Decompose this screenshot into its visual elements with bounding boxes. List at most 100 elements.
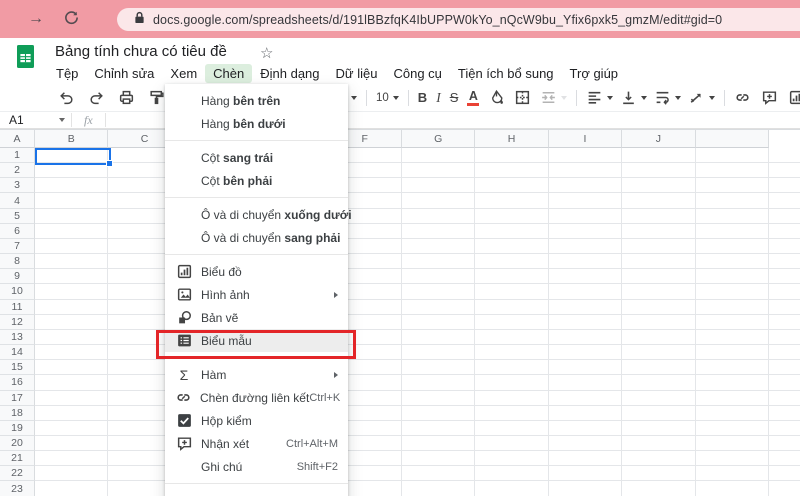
grid-cell[interactable] xyxy=(402,360,475,375)
grid-cell[interactable] xyxy=(402,315,475,330)
grid-cell[interactable] xyxy=(769,391,800,406)
italic-button[interactable]: I xyxy=(436,90,441,106)
grid-cell[interactable] xyxy=(622,375,695,390)
grid-cell[interactable] xyxy=(769,178,800,193)
grid-cell[interactable] xyxy=(696,330,769,345)
grid-cell[interactable] xyxy=(622,254,695,269)
grid-cell[interactable] xyxy=(696,209,769,224)
grid-cell[interactable] xyxy=(549,224,622,239)
menubar-item[interactable]: Công cụ xyxy=(385,64,449,83)
grid-cell[interactable] xyxy=(35,375,108,390)
grid-cell[interactable] xyxy=(769,239,800,254)
grid-cell[interactable] xyxy=(622,178,695,193)
grid-cell[interactable] xyxy=(402,224,475,239)
grid-cell[interactable] xyxy=(696,178,769,193)
grid-cell[interactable] xyxy=(549,209,622,224)
grid-cell[interactable] xyxy=(35,224,108,239)
grid-cell[interactable] xyxy=(35,254,108,269)
grid-cell[interactable] xyxy=(696,360,769,375)
grid-cell[interactable] xyxy=(622,163,695,178)
menubar-item[interactable]: Dữ liệu xyxy=(328,64,386,83)
grid-cell[interactable] xyxy=(769,375,800,390)
chart-icon[interactable] xyxy=(788,89,800,106)
print-icon[interactable] xyxy=(118,89,135,106)
fill-color-icon[interactable] xyxy=(488,89,505,106)
grid-cell[interactable] xyxy=(35,451,108,466)
grid-cell[interactable] xyxy=(696,315,769,330)
menu-item-form[interactable]: Biểu mẫu xyxy=(165,329,348,352)
grid-cell[interactable] xyxy=(696,375,769,390)
grid-cell[interactable] xyxy=(475,148,548,163)
grid-cell[interactable] xyxy=(402,300,475,315)
grid-cell[interactable] xyxy=(402,284,475,299)
grid-cell[interactable] xyxy=(475,163,548,178)
grid-cell[interactable] xyxy=(769,421,800,436)
grid-cell[interactable] xyxy=(549,239,622,254)
row-header[interactable]: 7 xyxy=(0,239,35,254)
row-header[interactable]: 6 xyxy=(0,224,35,239)
menubar-item[interactable]: Định dạng xyxy=(252,64,327,83)
grid-cell[interactable] xyxy=(769,269,800,284)
grid-cell[interactable] xyxy=(402,193,475,208)
grid-cell[interactable] xyxy=(696,451,769,466)
grid-cell[interactable] xyxy=(475,178,548,193)
grid-cell[interactable] xyxy=(622,269,695,284)
grid-cell[interactable] xyxy=(35,330,108,345)
grid-cell[interactable] xyxy=(402,451,475,466)
grid-cell[interactable] xyxy=(475,436,548,451)
grid-cell[interactable] xyxy=(696,224,769,239)
row-header[interactable]: 2 xyxy=(0,163,35,178)
strikethrough-button[interactable]: S xyxy=(450,90,459,105)
grid-cell[interactable] xyxy=(622,300,695,315)
grid-cell[interactable] xyxy=(769,315,800,330)
row-header[interactable]: 4 xyxy=(0,193,35,208)
font-family-caret[interactable] xyxy=(351,96,357,100)
grid-cell[interactable] xyxy=(622,481,695,496)
row-header[interactable]: 5 xyxy=(0,209,35,224)
grid-cell[interactable] xyxy=(622,421,695,436)
undo-icon[interactable] xyxy=(58,89,75,106)
row-header[interactable]: 15 xyxy=(0,360,35,375)
grid-cell[interactable] xyxy=(622,239,695,254)
grid-cell[interactable] xyxy=(769,193,800,208)
grid-cell[interactable] xyxy=(549,421,622,436)
column-header[interactable] xyxy=(696,130,769,148)
row-header[interactable]: 8 xyxy=(0,254,35,269)
name-box[interactable]: A1 xyxy=(0,113,71,127)
grid-cell[interactable] xyxy=(35,269,108,284)
grid-cell[interactable] xyxy=(35,436,108,451)
menu-item-chart[interactable]: Biểu đồ xyxy=(165,260,348,283)
grid-cell[interactable] xyxy=(769,284,800,299)
grid-cell[interactable] xyxy=(622,360,695,375)
row-header[interactable]: 19 xyxy=(0,421,35,436)
borders-icon[interactable] xyxy=(514,89,531,106)
grid-cell[interactable] xyxy=(769,345,800,360)
grid-cell[interactable] xyxy=(402,375,475,390)
row-header[interactable]: 16 xyxy=(0,375,35,390)
grid-cell[interactable] xyxy=(769,436,800,451)
grid-cell[interactable] xyxy=(622,406,695,421)
grid-cell[interactable] xyxy=(769,466,800,481)
grid-cell[interactable] xyxy=(696,193,769,208)
row-header[interactable]: 21 xyxy=(0,451,35,466)
grid-cell[interactable] xyxy=(696,481,769,496)
grid-cell[interactable] xyxy=(35,406,108,421)
grid-cell[interactable] xyxy=(696,300,769,315)
grid-cell[interactable] xyxy=(696,163,769,178)
paint-format-icon[interactable] xyxy=(148,89,165,106)
column-header[interactable]: J xyxy=(622,130,695,148)
grid-cell[interactable] xyxy=(549,193,622,208)
grid-cell[interactable] xyxy=(769,254,800,269)
menu-item-insert-link[interactable]: Chèn đường liên kếtCtrl+K xyxy=(165,386,348,409)
grid-cell[interactable] xyxy=(696,284,769,299)
sheets-logo-icon[interactable] xyxy=(17,45,34,73)
grid-cell[interactable] xyxy=(475,391,548,406)
merge-cells-icon[interactable] xyxy=(540,89,567,106)
column-header[interactable]: A xyxy=(0,130,35,148)
menu-item-cells-shift-right[interactable]: Ô và di chuyển sang phải xyxy=(165,226,348,249)
grid-cell[interactable] xyxy=(475,466,548,481)
grid-cell[interactable] xyxy=(549,300,622,315)
grid-cell[interactable] xyxy=(475,330,548,345)
grid-cell[interactable] xyxy=(696,148,769,163)
grid-cell[interactable] xyxy=(769,360,800,375)
